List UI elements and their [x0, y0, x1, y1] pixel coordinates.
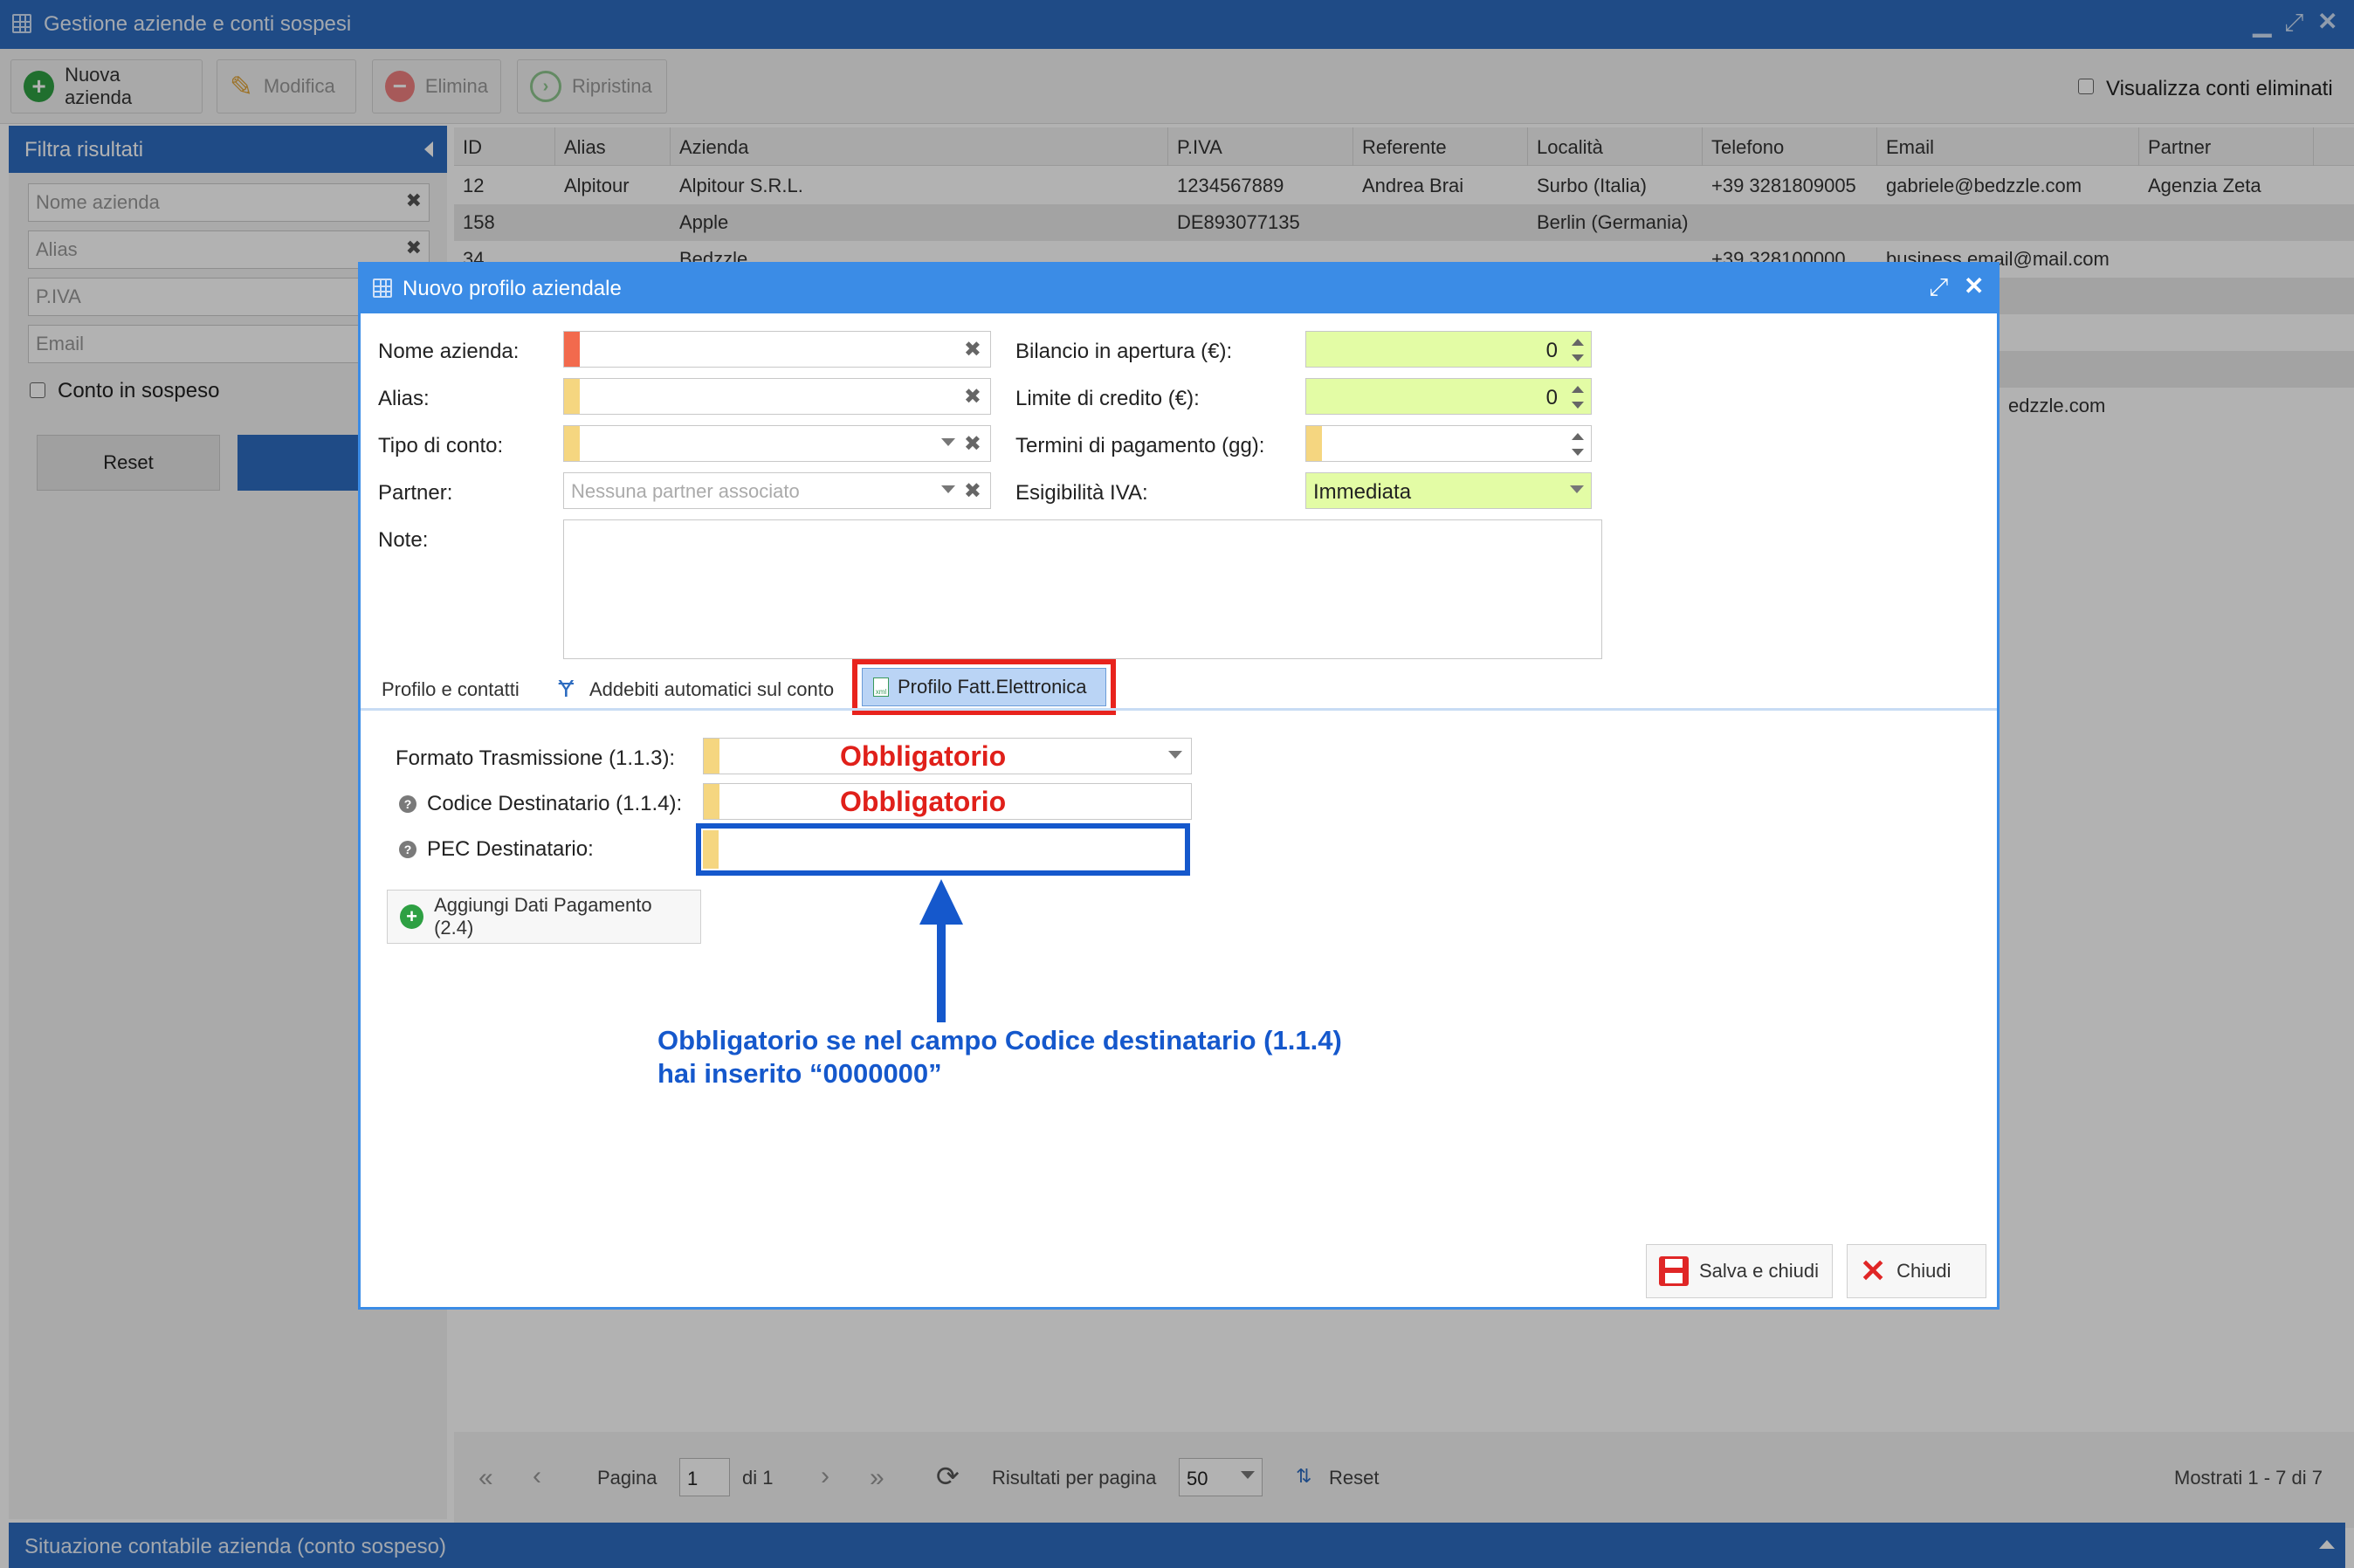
- notes-textarea[interactable]: [563, 519, 1602, 659]
- floppy-icon: [1659, 1256, 1689, 1286]
- annotation-line1: Obbligatorio se nel campo Codice destina…: [657, 1025, 1342, 1056]
- pec-label: PEC Destinatario:: [427, 837, 594, 861]
- clear-icon[interactable]: ✖: [964, 431, 981, 457]
- required-text: Obbligatorio: [840, 740, 1007, 772]
- close-button[interactable]: ✕ Chiudi: [1847, 1244, 1986, 1298]
- type-label: Tipo di conto:: [378, 434, 504, 457]
- fork-icon: Ɏ: [558, 675, 575, 702]
- company-name-input[interactable]: ✖: [563, 331, 991, 368]
- tab-divider: [361, 708, 1997, 711]
- help-icon[interactable]: ?: [399, 841, 416, 858]
- payment-terms-input[interactable]: [1305, 425, 1592, 462]
- modal-title: Nuovo profilo aziendale: [403, 277, 622, 300]
- close-icon[interactable]: ✕: [1964, 272, 1984, 300]
- name-label: Nome azienda:: [378, 340, 520, 363]
- clear-icon[interactable]: ✖: [964, 384, 981, 409]
- partner-label: Partner:: [378, 481, 453, 505]
- format-label: Formato Trasmissione (1.1.3):: [396, 746, 676, 770]
- code-label: Codice Destinatario (1.1.4):: [427, 792, 683, 815]
- pec-input[interactable]: [703, 830, 1183, 869]
- credit-limit-input[interactable]: 0: [1305, 378, 1592, 415]
- tab-auto-charges[interactable]: Addebiti automatici sul conto: [589, 678, 834, 701]
- notes-label: Note:: [378, 528, 429, 552]
- credit-label: Limite di credito (€):: [1015, 387, 1200, 410]
- required-text: Obbligatorio: [840, 786, 1007, 817]
- spinner-icon: [1572, 384, 1584, 410]
- xml-file-icon: xml: [873, 677, 889, 697]
- chevron-down-icon: [941, 438, 955, 446]
- maximize-icon[interactable]: ⤢: [1929, 273, 1948, 302]
- terms-label: Termini di pagamento (gg):: [1015, 434, 1265, 457]
- grid-icon: [373, 279, 392, 298]
- modal-header: Nuovo profilo aziendale ⤢ ✕: [361, 265, 1997, 313]
- help-icon[interactable]: ?: [399, 795, 416, 813]
- tab-einvoice[interactable]: xml Profilo Fatt.Elettronica: [862, 668, 1106, 706]
- new-profile-modal: Nuovo profilo aziendale ⤢ ✕ Nome azienda…: [358, 262, 2000, 1310]
- recipient-code-input[interactable]: Obbligatorio: [703, 783, 1192, 820]
- vat-select[interactable]: Immediata: [1305, 472, 1592, 509]
- chevron-down-icon: [1570, 485, 1584, 493]
- tab-profile-contacts[interactable]: Profilo e contatti: [382, 678, 520, 701]
- annotation-line2: hai inserito “0000000”: [657, 1058, 942, 1089]
- clear-icon[interactable]: ✖: [964, 337, 981, 362]
- plus-icon: +: [400, 904, 424, 929]
- add-payment-button[interactable]: + Aggiungi Dati Pagamento (2.4): [387, 890, 701, 944]
- transmission-format-select[interactable]: Obbligatorio: [703, 738, 1192, 774]
- save-close-button[interactable]: Salva e chiudi: [1646, 1244, 1833, 1298]
- partner-select[interactable]: Nessuna partner associato ✖: [563, 472, 991, 509]
- opening-balance-input[interactable]: 0: [1305, 331, 1592, 368]
- alias-label: Alias:: [378, 387, 430, 410]
- close-x-icon: ✕: [1860, 1253, 1887, 1289]
- vat-label: Esigibilità IVA:: [1015, 481, 1148, 505]
- chevron-down-icon: [1168, 751, 1182, 759]
- alias-input[interactable]: ✖: [563, 378, 991, 415]
- spinner-icon: [1572, 337, 1584, 363]
- clear-icon[interactable]: ✖: [964, 478, 981, 504]
- opening-label: Bilancio in apertura (€):: [1015, 340, 1233, 363]
- account-type-select[interactable]: ✖: [563, 425, 991, 462]
- spinner-icon: [1572, 431, 1584, 457]
- chevron-down-icon: [941, 485, 955, 493]
